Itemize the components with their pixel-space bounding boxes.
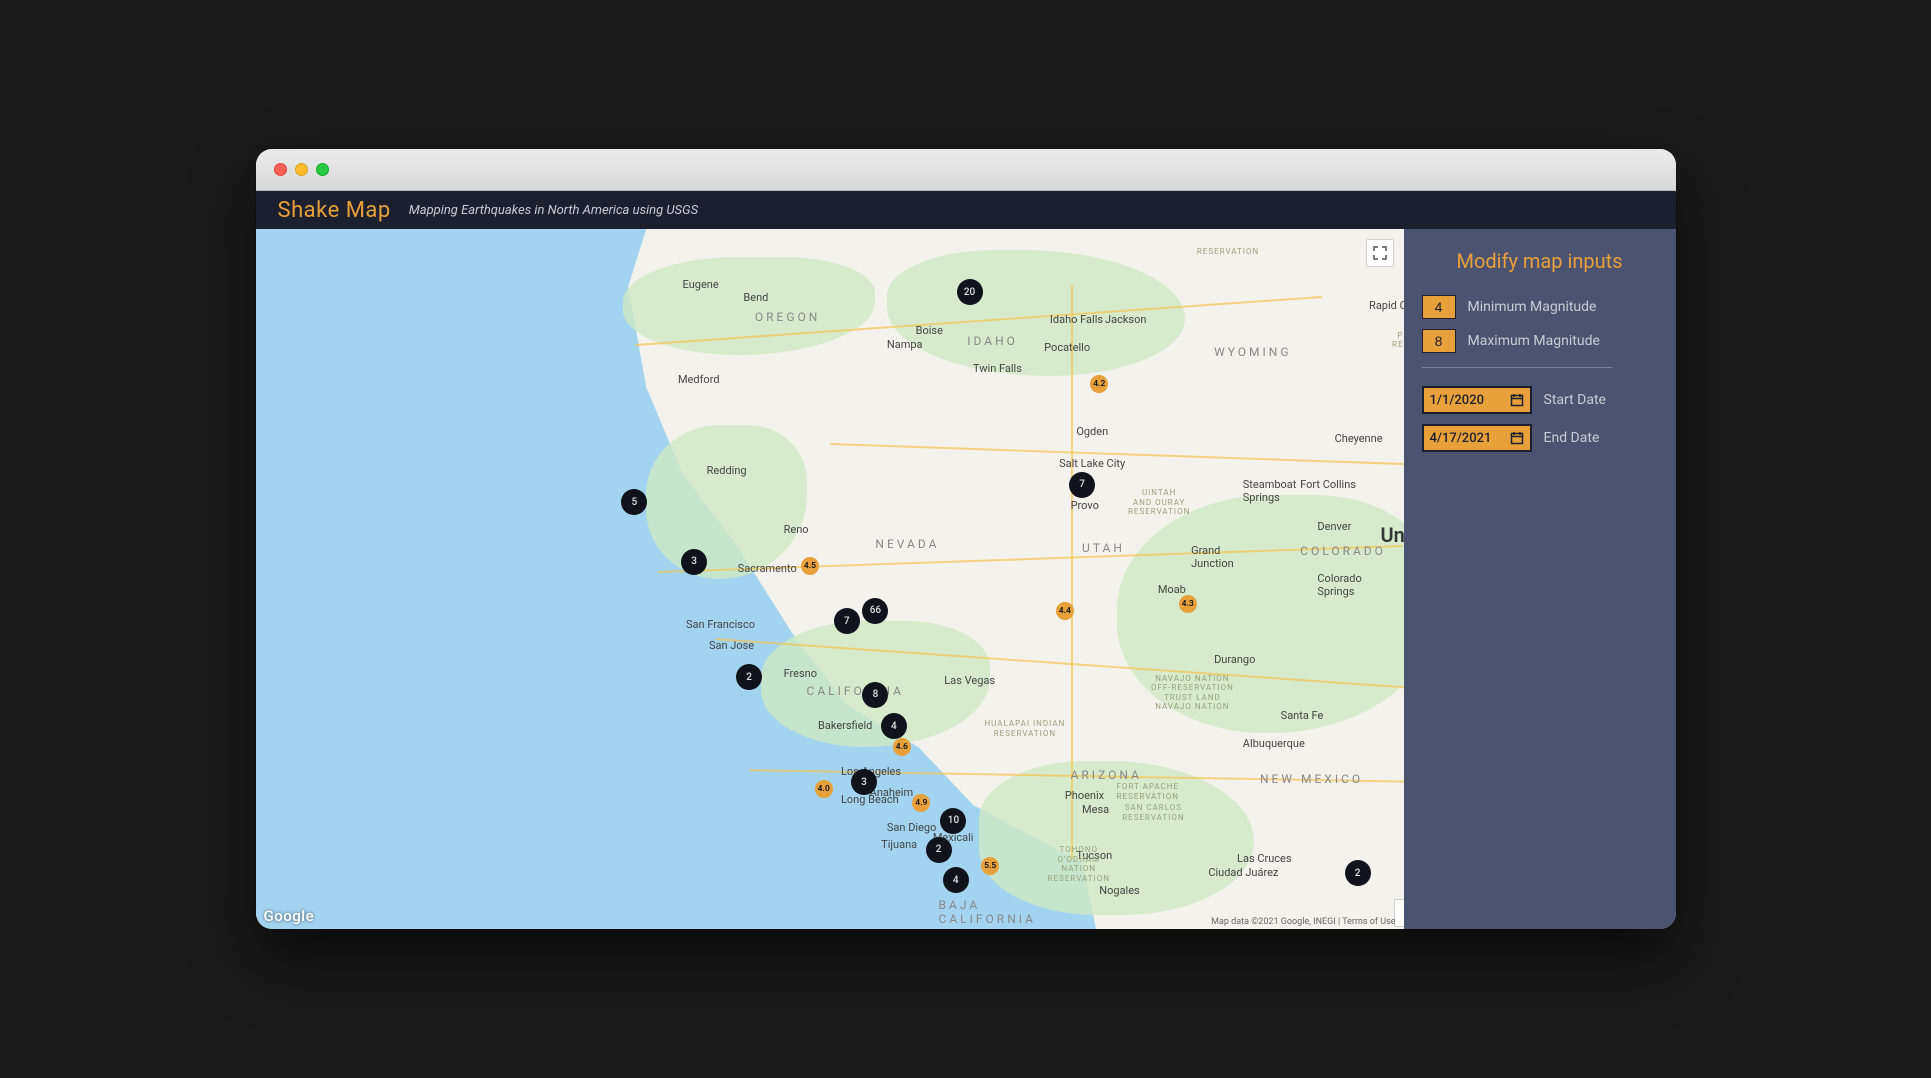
earthquake-cluster-marker[interactable]: 10	[940, 808, 966, 834]
map-state-label: BAJA CALIFORNIA	[939, 898, 1036, 926]
earthquake-cluster-marker[interactable]: 7	[1069, 472, 1095, 498]
earthquake-point-marker[interactable]: 4.9	[912, 794, 930, 812]
earthquake-cluster-marker[interactable]: 5	[621, 489, 647, 515]
map-city-label: Long Beach	[841, 793, 899, 806]
map-road	[1071, 285, 1073, 859]
earthquake-point-marker[interactable]: 5.5	[981, 857, 999, 875]
sidebar-divider	[1422, 367, 1612, 368]
earthquake-cluster-marker[interactable]: 3	[681, 549, 707, 575]
earthquake-cluster-marker[interactable]: 66	[862, 598, 888, 624]
app-title: Shake Map	[278, 198, 391, 223]
start-date-value: 1/1/2020	[1430, 393, 1484, 408]
map-viewport[interactable]: OREGONIDAHOWYOMINGNEVADAUTAHCOLORADOCALI…	[256, 229, 1404, 929]
window-titlebar[interactable]	[256, 149, 1676, 191]
window-close-button[interactable]	[274, 163, 287, 176]
earthquake-point-marker[interactable]: 4.0	[815, 780, 833, 798]
map-fullscreen-button[interactable]	[1366, 239, 1394, 267]
start-date-label: Start Date	[1544, 392, 1606, 408]
earthquake-cluster-marker[interactable]: 7	[834, 608, 860, 634]
earthquake-point-marker[interactable]: 4.3	[1179, 595, 1197, 613]
max-magnitude-label: Maximum Magnitude	[1468, 333, 1600, 349]
earthquake-cluster-marker[interactable]: 8	[862, 682, 888, 708]
min-mag-row: Minimum Magnitude	[1422, 295, 1658, 319]
earthquake-cluster-marker[interactable]: 2	[736, 664, 762, 690]
map-provider-logo: Google	[264, 907, 315, 925]
map-attribution: Map data ©2021 Google, INEGI | Terms of …	[1211, 917, 1395, 927]
start-date-row: 1/1/2020 Start Date	[1422, 386, 1658, 414]
controls-sidebar: Modify map inputs Minimum Magnitude Maxi…	[1404, 229, 1676, 929]
fullscreen-icon	[1373, 246, 1387, 260]
calendar-icon	[1510, 393, 1524, 407]
end-date-label: End Date	[1544, 430, 1600, 446]
start-date-input[interactable]: 1/1/2020	[1422, 386, 1532, 414]
min-magnitude-label: Minimum Magnitude	[1468, 299, 1597, 315]
map-city-label: Tijuana	[881, 838, 917, 851]
earthquake-point-marker[interactable]: 4.5	[801, 557, 819, 575]
map-terrain	[1117, 495, 1404, 733]
earthquake-point-marker[interactable]: 4.6	[893, 738, 911, 756]
earthquake-cluster-marker[interactable]: 3	[851, 769, 877, 795]
max-magnitude-input[interactable]	[1422, 329, 1456, 353]
earthquake-cluster-marker[interactable]: 2	[1345, 860, 1371, 886]
earthquake-cluster-marker[interactable]: 20	[957, 279, 983, 305]
earthquake-point-marker[interactable]: 4.2	[1090, 375, 1108, 393]
app-subtitle: Mapping Earthquakes in North America usi…	[409, 203, 698, 218]
map-city-label: San Francisco	[686, 618, 755, 631]
window-maximize-button[interactable]	[316, 163, 329, 176]
end-date-input[interactable]: 4/17/2021	[1422, 424, 1532, 452]
browser-window: Shake Map Mapping Earthquakes in North A…	[256, 149, 1676, 929]
app-header: Shake Map Mapping Earthquakes in North A…	[256, 191, 1676, 229]
window-minimize-button[interactable]	[295, 163, 308, 176]
min-magnitude-input[interactable]	[1422, 295, 1456, 319]
earthquake-cluster-marker[interactable]: 4	[881, 713, 907, 739]
map-city-label: San Diego	[887, 821, 937, 834]
end-date-value: 4/17/2021	[1430, 431, 1492, 446]
earthquake-cluster-marker[interactable]: 2	[926, 837, 952, 863]
map-city-label: Anaheim	[870, 786, 913, 799]
sidebar-title: Modify map inputs	[1422, 249, 1658, 273]
end-date-row: 4/17/2021 End Date	[1422, 424, 1658, 452]
earthquake-point-marker[interactable]: 4.4	[1056, 602, 1074, 620]
calendar-icon	[1510, 431, 1524, 445]
max-mag-row: Maximum Magnitude	[1422, 329, 1658, 353]
earthquake-cluster-marker[interactable]: 4	[943, 867, 969, 893]
content: OREGONIDAHOWYOMINGNEVADAUTAHCOLORADOCALI…	[256, 229, 1676, 929]
